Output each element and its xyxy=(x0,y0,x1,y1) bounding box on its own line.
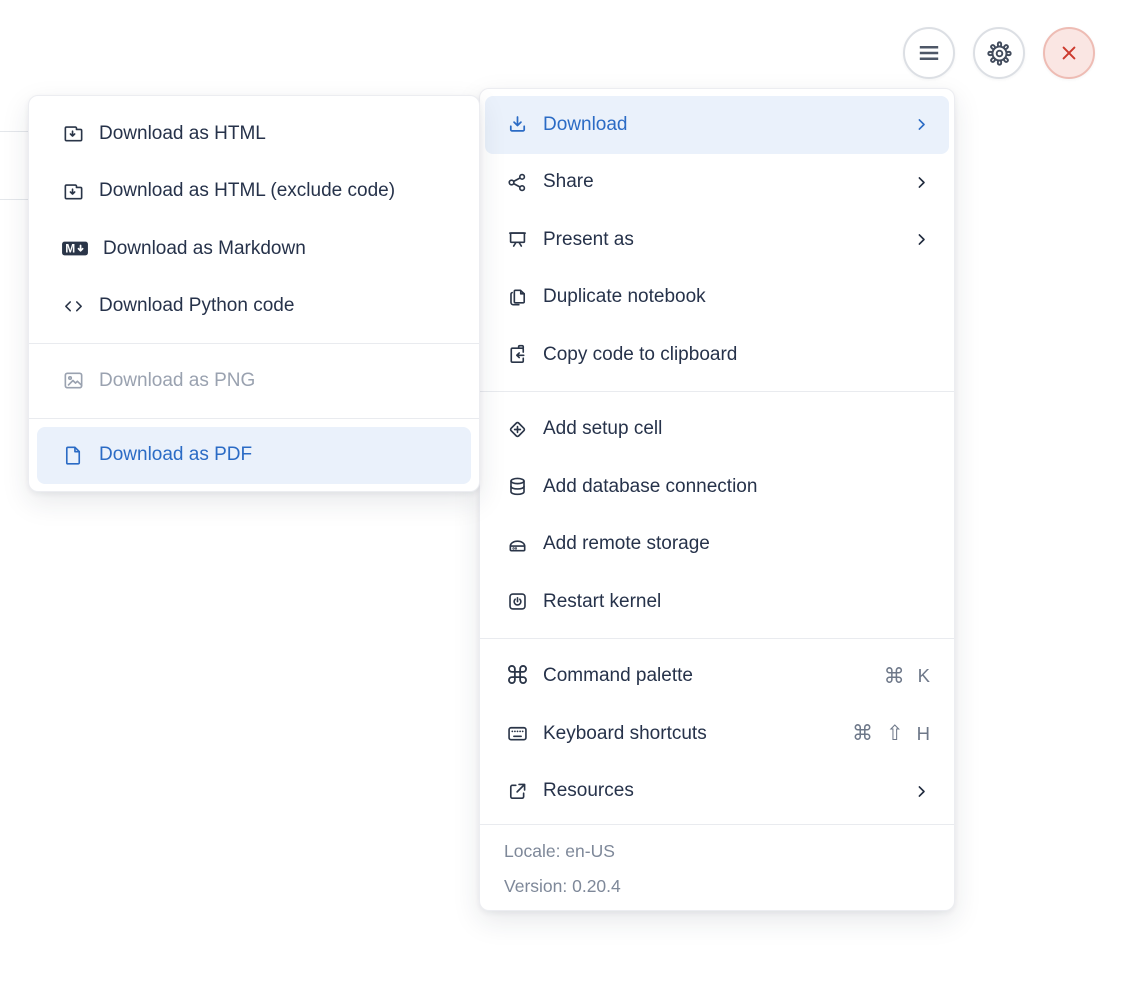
menu-item-add-database-connection[interactable]: Add database connection xyxy=(480,458,954,516)
folder-download-icon xyxy=(61,122,85,145)
hamburger-icon xyxy=(917,41,941,65)
menu-item-present-as[interactable]: Present as xyxy=(480,211,954,269)
close-button[interactable] xyxy=(1043,27,1095,79)
menu-item-label: Add remote storage xyxy=(543,533,710,555)
chevron-right-icon xyxy=(913,116,930,133)
file-icon xyxy=(61,444,85,467)
folder-download-icon xyxy=(61,180,85,203)
menu-item-copy-code-to-clipboard[interactable]: Copy code to clipboard xyxy=(480,326,954,384)
image-icon xyxy=(61,369,85,392)
external-link-icon xyxy=(505,780,529,803)
background-edge-line xyxy=(0,199,29,200)
database-icon xyxy=(505,475,529,498)
diamond-plus-icon xyxy=(505,418,529,441)
chevron-right-icon xyxy=(913,783,930,800)
menu-item-label: Duplicate notebook xyxy=(543,286,706,308)
main-menu: Download Share Present as Duplicate note… xyxy=(479,88,955,911)
menu-item-download-as-markdown[interactable]: M Download as Markdown xyxy=(29,220,479,278)
duplicate-icon xyxy=(505,286,529,309)
menu-item-download-as-png: Download as PNG xyxy=(29,352,479,410)
download-icon xyxy=(505,113,529,136)
menu-item-label: Download xyxy=(543,113,628,135)
menu-item-label: Present as xyxy=(543,228,634,250)
menu-item-label: Resources xyxy=(543,780,634,802)
menu-divider xyxy=(29,343,479,344)
menu-item-share[interactable]: Share xyxy=(480,154,954,212)
menu-button[interactable] xyxy=(903,27,955,79)
present-icon xyxy=(505,228,529,251)
chevron-right-icon xyxy=(913,231,930,248)
keyboard-icon xyxy=(505,722,529,745)
menu-item-label: Add setup cell xyxy=(543,418,663,440)
storage-icon xyxy=(505,533,529,556)
menu-item-download-as-html[interactable]: Download as HTML xyxy=(29,105,479,163)
menu-item-label: Download as Markdown xyxy=(103,237,306,259)
menu-item-label: Download Python code xyxy=(99,295,295,317)
menu-item-label: Download as PNG xyxy=(99,369,256,391)
power-icon xyxy=(505,590,529,613)
menu-item-download[interactable]: Download xyxy=(485,96,949,154)
download-submenu: Download as HTML Download as HTML (exclu… xyxy=(28,95,480,492)
locale-text: Locale: en-US xyxy=(504,841,615,861)
menu-item-restart-kernel[interactable]: Restart kernel xyxy=(480,573,954,631)
menu-item-download-as-html-exclude-code[interactable]: Download as HTML (exclude code) xyxy=(29,163,479,221)
shortcut-command-shift-h: ⌘ ⇧ H xyxy=(852,722,930,746)
menu-item-command-palette[interactable]: ⌘ Command palette ⌘ K xyxy=(480,648,954,706)
menu-item-label: Download as PDF xyxy=(99,444,253,466)
menu-divider xyxy=(29,417,479,419)
close-icon xyxy=(1057,41,1081,65)
share-icon xyxy=(505,171,529,194)
menu-divider xyxy=(480,390,954,392)
svg-text:M: M xyxy=(65,242,75,256)
menu-item-add-setup-cell[interactable]: Add setup cell xyxy=(480,401,954,459)
settings-button[interactable] xyxy=(973,27,1025,79)
menu-item-label: Copy code to clipboard xyxy=(543,343,738,365)
menu-item-download-python-code[interactable]: Download Python code xyxy=(29,278,479,336)
background-edge-line xyxy=(0,131,29,132)
menu-footer: Locale: en-US Version: 0.20.4 xyxy=(480,825,954,910)
menu-item-resources[interactable]: Resources xyxy=(480,763,954,821)
menu-item-keyboard-shortcuts[interactable]: Keyboard shortcuts ⌘ ⇧ H xyxy=(480,705,954,763)
menu-item-label: Share xyxy=(543,171,594,193)
markdown-icon: M xyxy=(61,237,89,260)
menu-item-add-remote-storage[interactable]: Add remote storage xyxy=(480,516,954,574)
gear-icon xyxy=(986,40,1013,67)
menu-item-duplicate-notebook[interactable]: Duplicate notebook xyxy=(480,269,954,327)
window-controls xyxy=(903,27,1095,79)
shortcut-command-k: ⌘ K xyxy=(883,664,930,688)
menu-item-label: Restart kernel xyxy=(543,590,662,612)
menu-item-label: Download as HTML (exclude code) xyxy=(99,180,396,202)
menu-divider xyxy=(480,637,954,639)
menu-item-label: Command palette xyxy=(543,665,693,687)
chevron-right-icon xyxy=(913,174,930,191)
version-text: Version: 0.20.4 xyxy=(504,876,621,896)
menu-item-label: Add database connection xyxy=(543,475,758,497)
menu-item-download-as-pdf[interactable]: Download as PDF xyxy=(37,426,471,484)
command-icon: ⌘ xyxy=(505,662,530,691)
clipboard-paste-icon xyxy=(505,343,529,366)
menu-item-label: Keyboard shortcuts xyxy=(543,722,707,744)
code-icon xyxy=(61,295,85,318)
menu-item-label: Download as HTML xyxy=(99,122,266,144)
